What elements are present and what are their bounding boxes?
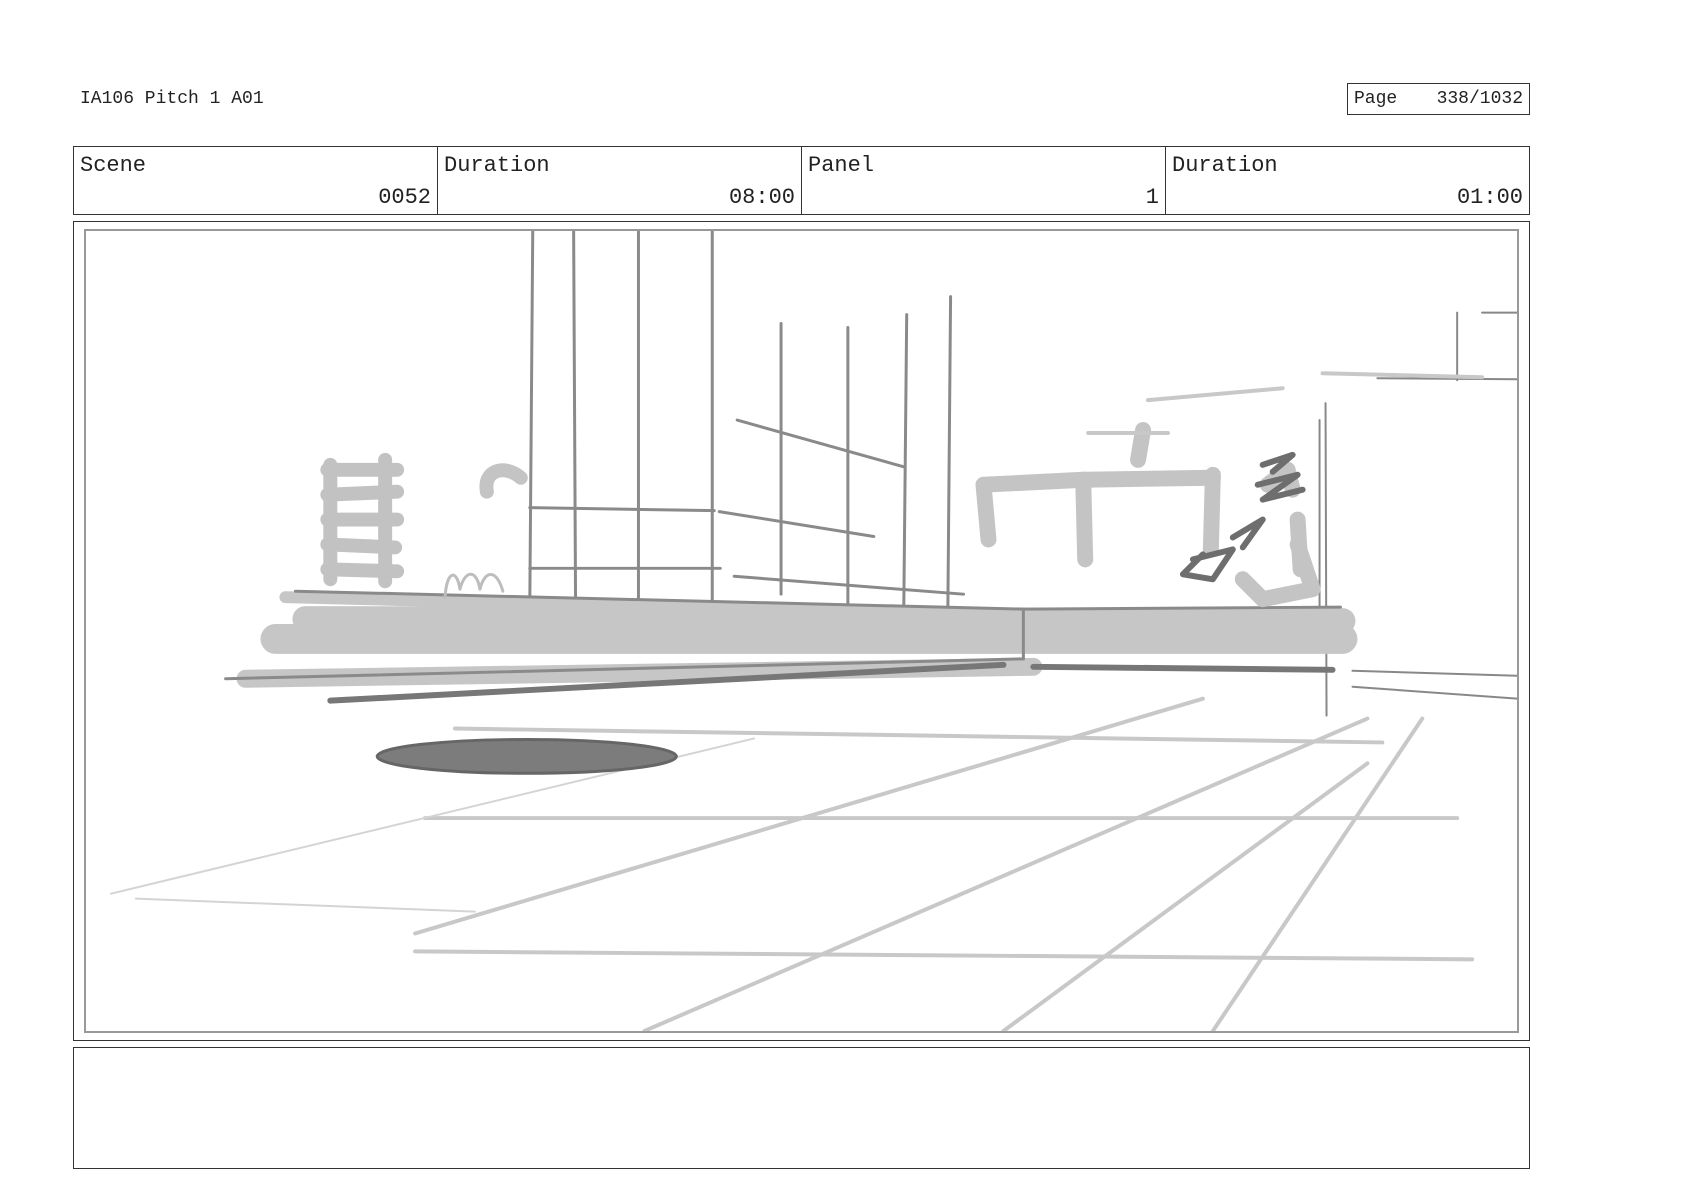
info-row: Scene 0052 Duration 08:00 Panel 1 Durati… <box>73 146 1530 215</box>
storyboard-panel <box>73 221 1530 1041</box>
page-indicator: Page 338/1032 <box>1347 83 1530 115</box>
scene-duration-value: 08:00 <box>728 185 795 210</box>
scene-label: Scene <box>80 153 147 178</box>
panel-cell: Panel 1 <box>802 147 1166 214</box>
floor-shadow <box>375 737 678 775</box>
panel-duration-label: Duration <box>1172 153 1278 178</box>
panel-frame <box>84 229 1519 1033</box>
lamp-scribble <box>479 463 528 499</box>
scene-number: 0052 <box>378 185 431 210</box>
panel-duration-cell: Duration 01:00 <box>1166 147 1529 214</box>
scene-duration-label: Duration <box>444 153 550 178</box>
fixtures <box>975 422 1321 608</box>
window-mullions <box>528 231 966 641</box>
shelf-scribble <box>320 452 405 589</box>
project-title: IA106 Pitch 1 A01 <box>80 89 264 109</box>
scene-duration-cell: Duration 08:00 <box>438 147 802 214</box>
storyboard-sketch <box>109 231 1517 1031</box>
notes-box[interactable] <box>73 1047 1530 1169</box>
panel-duration-value: 01:00 <box>1456 185 1523 210</box>
scene-cell: Scene 0052 <box>74 147 438 214</box>
panel-number: 1 <box>1145 185 1159 210</box>
page-number: 338/1032 <box>1436 89 1523 109</box>
page-label: Page <box>1354 89 1398 109</box>
panel-label: Panel <box>808 153 875 178</box>
